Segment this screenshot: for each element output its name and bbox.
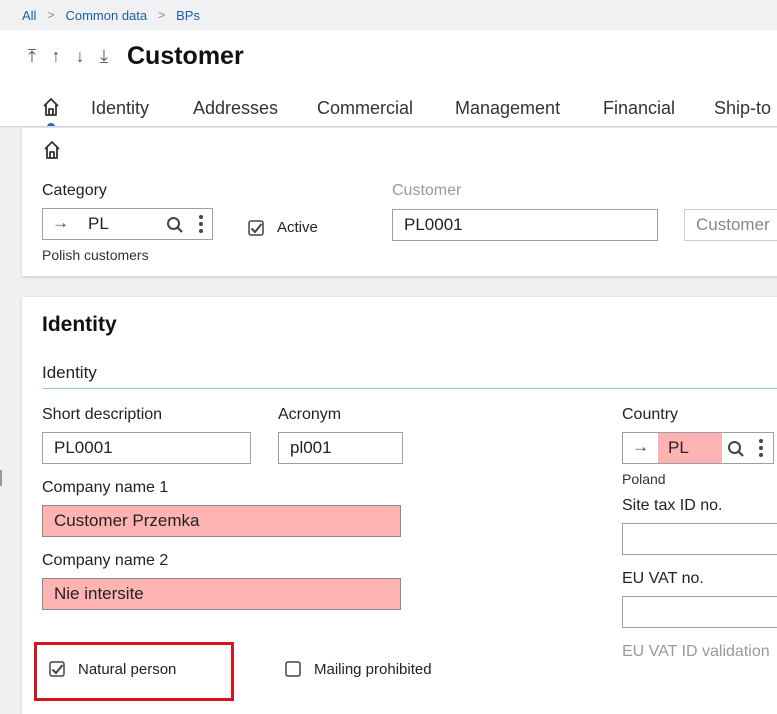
tab-financial[interactable]: Financial (603, 98, 675, 119)
tab-commercial[interactable]: Commercial (317, 98, 413, 119)
customer-label: Customer (392, 182, 462, 199)
company-name-1-label: Company name 1 (42, 479, 169, 496)
first-record-icon[interactable]: ⤒ (24, 46, 40, 67)
breadcrumb: All > Common data > BPs (0, 0, 777, 30)
page-header: ⤒ ↑ ↓ ⤓ Customer Identity Addresses Comm… (0, 30, 777, 131)
highlight-box (34, 642, 234, 701)
short-description-label: Short description (42, 406, 163, 423)
search-icon[interactable] (166, 216, 184, 234)
tab-identity[interactable]: Identity (91, 98, 149, 119)
active-label: Active (277, 219, 318, 236)
next-record-icon[interactable]: ↓ (72, 46, 88, 67)
last-record-icon[interactable]: ⤓ (96, 46, 112, 67)
mailing-prohibited-label: Mailing prohibited (314, 661, 432, 678)
chevron-right-icon: > (158, 8, 166, 22)
site-tax-id-field[interactable] (622, 523, 777, 555)
mailing-prohibited-checkbox[interactable] (285, 661, 301, 677)
company-name-1-field[interactable]: Customer Przemka (42, 505, 401, 537)
record-navigation: ⤒ ↑ ↓ ⤓ (24, 46, 112, 67)
active-checkbox[interactable] (248, 220, 264, 236)
tab-addresses[interactable]: Addresses (193, 98, 278, 119)
country-lookup[interactable]: → PL (622, 432, 774, 464)
section-title: Identity (42, 313, 117, 336)
breadcrumb-common-data[interactable]: Common data (65, 8, 147, 23)
customer-name-field[interactable]: Customer (684, 209, 777, 241)
eu-vat-validation-label[interactable]: EU VAT ID validation (622, 643, 770, 661)
tab-bar: Identity Addresses Commercial Management… (0, 94, 777, 131)
category-label: Category (42, 182, 107, 199)
company-name-2-label: Company name 2 (42, 552, 169, 569)
breadcrumb-bps[interactable]: BPs (176, 8, 200, 23)
tab-management[interactable]: Management (455, 98, 560, 119)
previous-record-icon[interactable]: ↑ (48, 46, 64, 67)
home-icon[interactable] (42, 96, 60, 118)
site-tax-id-label: Site tax ID no. (622, 497, 723, 514)
country-description: Poland (622, 471, 666, 487)
company-name-2-field[interactable]: Nie intersite (42, 578, 401, 610)
category-value[interactable]: PL (78, 209, 109, 239)
customer-code-field[interactable]: PL0001 (392, 209, 658, 241)
country-value[interactable]: PL (658, 433, 722, 463)
search-icon[interactable] (727, 440, 745, 458)
eu-vat-field[interactable] (622, 596, 777, 628)
more-options-icon[interactable] (758, 438, 764, 458)
window-edge-marker (0, 470, 2, 486)
home-icon (44, 141, 60, 159)
page-title: Customer (127, 42, 244, 70)
acronym-label: Acronym (278, 406, 342, 423)
header-card: Category → PL Polish customers Active Cu… (22, 128, 777, 276)
subsection-divider (42, 388, 777, 389)
acronym-field[interactable]: pl001 (278, 432, 403, 464)
tab-ship-to[interactable]: Ship-to (714, 98, 771, 119)
more-options-icon[interactable] (198, 214, 204, 234)
eu-vat-label: EU VAT no. (622, 570, 704, 587)
subsection-title: Identity (42, 363, 97, 382)
category-description: Polish customers (42, 247, 149, 263)
category-lookup[interactable]: → PL (42, 208, 213, 240)
short-description-field[interactable]: PL0001 (42, 432, 251, 464)
breadcrumb-all[interactable]: All (22, 8, 36, 23)
chevron-right-icon: > (47, 8, 55, 22)
arrow-right-icon[interactable]: → (632, 437, 649, 457)
arrow-right-icon[interactable]: → (52, 213, 69, 233)
country-label: Country (622, 406, 679, 423)
